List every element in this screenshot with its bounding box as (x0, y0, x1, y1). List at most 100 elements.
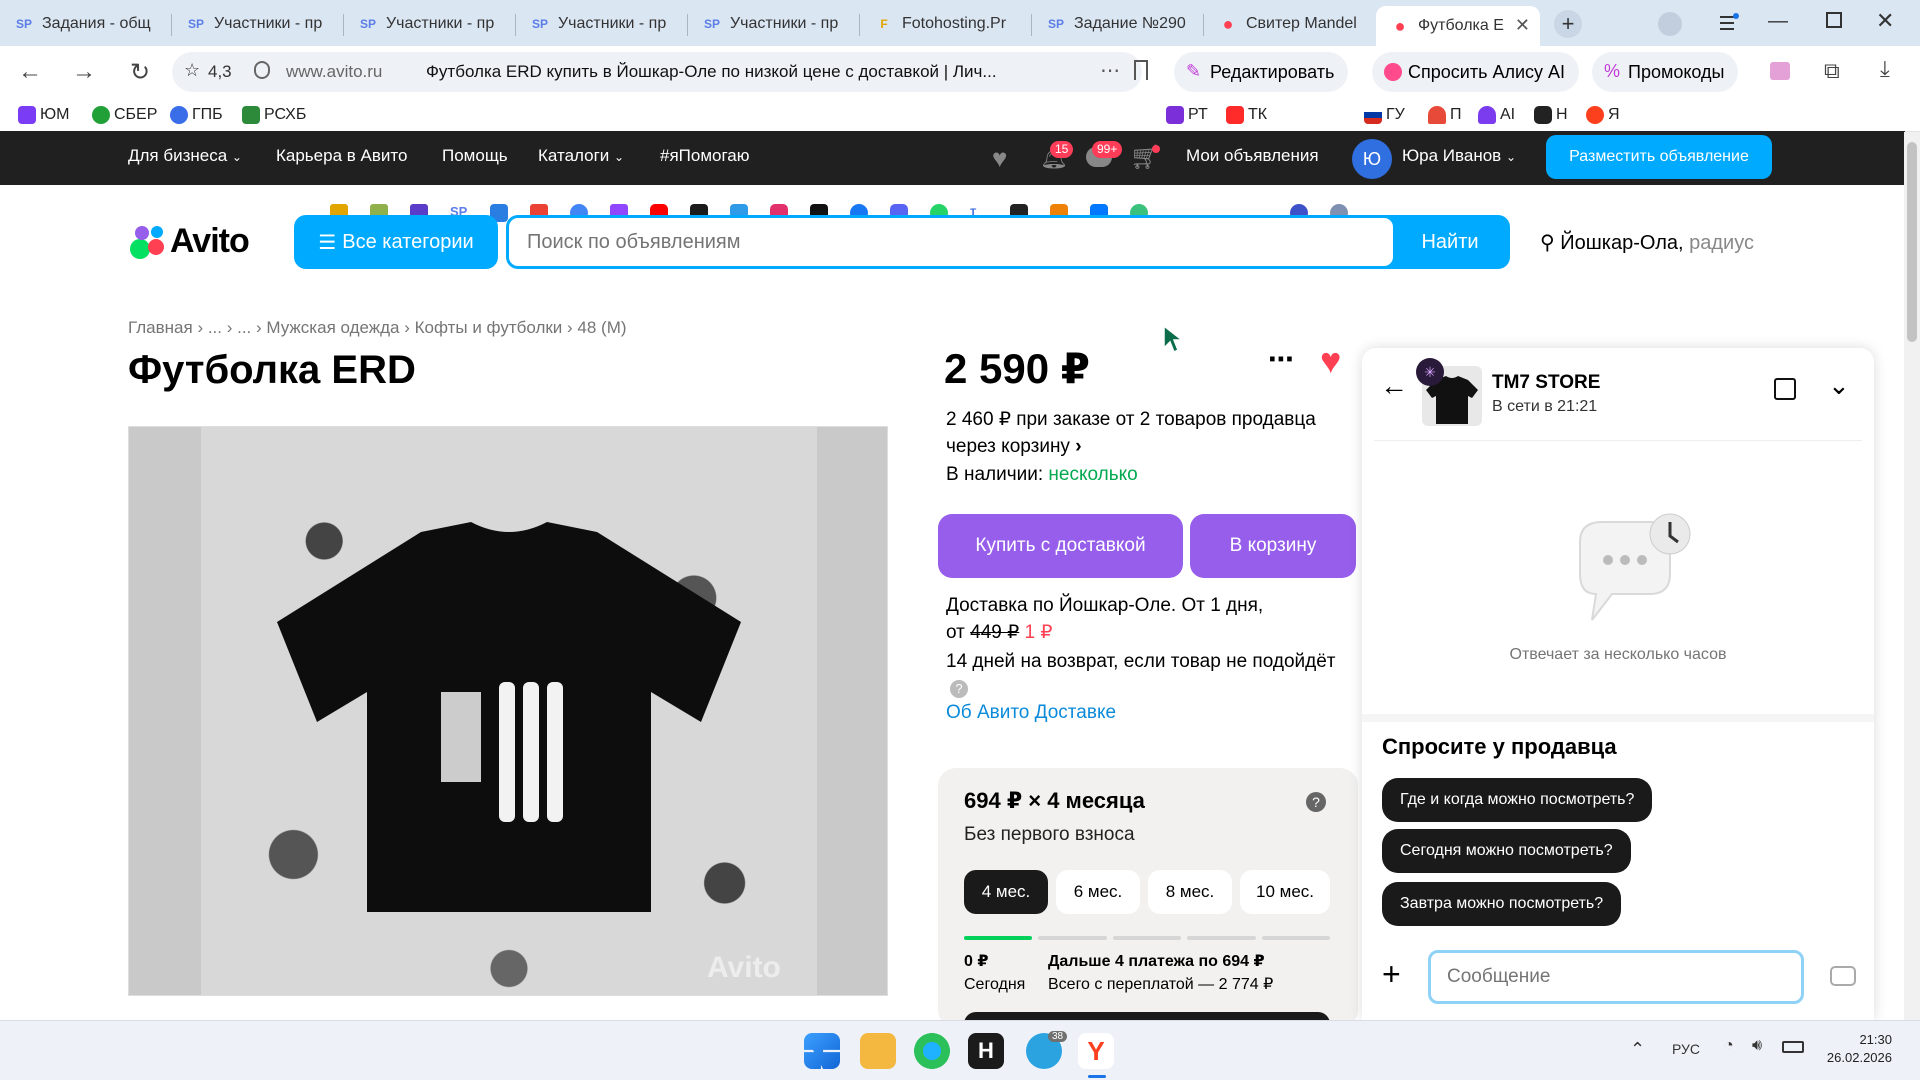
breadcrumb-item[interactable]: Кофты и футболки (415, 318, 563, 337)
nav-business[interactable]: Для бизнеса ⌄ (128, 146, 242, 166)
bookmark-item[interactable]: РТ (1166, 104, 1208, 126)
avito-logo[interactable]: Avito (128, 222, 272, 266)
bulk-price-info[interactable]: 2 460 ₽ при заказе от 2 товаров продавца… (946, 406, 1346, 460)
help-icon[interactable]: ? (950, 680, 968, 698)
chevron-down-icon: ⌄ (231, 150, 242, 164)
bookmark-item[interactable]: СБЕР (92, 104, 157, 126)
alice-button[interactable]: Спросить Алису AI (1372, 52, 1580, 92)
quick-question[interactable]: Завтра можно посмотреть? (1382, 882, 1622, 926)
volume-icon[interactable]: 🔊︎ (1752, 1037, 1762, 1055)
bookmark-icon[interactable] (1134, 60, 1148, 80)
all-categories-button[interactable]: ☰ Все категории (294, 215, 498, 269)
wifi-icon[interactable]: ◔ (1724, 1037, 1734, 1055)
open-external-icon[interactable] (1774, 378, 1796, 400)
add-to-cart-button[interactable]: В корзину (1190, 514, 1356, 578)
post-ad-button[interactable]: Разместить объявление (1546, 135, 1772, 179)
back-arrow-icon[interactable]: ← (1380, 370, 1408, 402)
favorite-heart-icon[interactable]: ♥ (1320, 340, 1341, 382)
search-button[interactable]: Найти (1393, 218, 1507, 266)
installment-option-6[interactable]: 6 мес. (1056, 870, 1140, 914)
installment-option-4[interactable]: 4 мес. (964, 870, 1048, 914)
battery-icon[interactable] (1782, 1041, 1804, 1053)
quick-question[interactable]: Где и когда можно посмотреть? (1382, 778, 1653, 822)
breadcrumb-home[interactable]: Главная (128, 318, 193, 337)
edge-icon[interactable] (914, 1033, 950, 1069)
extensions-icon[interactable]: ⧉ (1824, 58, 1840, 84)
browser-tab[interactable]: SP Участники - пр (172, 6, 342, 42)
reload-icon[interactable]: ↻ (130, 58, 150, 87)
nav-my-ads[interactable]: Мои объявления (1186, 146, 1319, 166)
promo-button[interactable]: % Промокоды (1592, 52, 1739, 92)
browser-tab[interactable]: SP Участники - пр (344, 6, 514, 42)
bookmark-item[interactable]: Я (1586, 104, 1620, 126)
bookmark-item[interactable]: Н (1534, 104, 1568, 126)
search-input[interactable] (509, 218, 1393, 266)
browser-tab-active[interactable]: ● Футболка Е ✕ (1376, 6, 1540, 46)
yandex-browser-icon[interactable]: Y (1078, 1033, 1114, 1069)
new-tab-icon[interactable]: + (1554, 10, 1582, 38)
breadcrumb-item[interactable]: ... (237, 318, 251, 337)
nav-catalogs[interactable]: Каталоги ⌄ (538, 146, 624, 166)
bookmark-item[interactable]: ЮМ (18, 104, 70, 126)
tabs-menu-icon[interactable] (1718, 12, 1740, 34)
categories-label: Все категории (342, 230, 474, 253)
page-scrollbar[interactable] (1904, 132, 1920, 1020)
favorites-heart-icon[interactable]: ♥ (992, 143, 1007, 174)
browser-tab[interactable]: SP Задания - общ (0, 6, 170, 42)
location-selector[interactable]: ⚲ Йошкар-Ола, радиус (1540, 230, 1754, 255)
about-delivery-link[interactable]: Об Авито Доставке (946, 702, 1116, 724)
seller-name[interactable]: TM7 STORE (1492, 372, 1600, 394)
bookmark-item[interactable]: ГУ (1364, 104, 1405, 126)
attach-plus-icon[interactable]: + (1382, 956, 1401, 993)
gallery-icon[interactable] (1770, 62, 1790, 80)
bookmark-item[interactable]: П (1428, 104, 1462, 126)
maximize-icon[interactable] (1826, 12, 1842, 28)
browser-tab[interactable]: SP Участники - пр (516, 6, 686, 42)
back-icon[interactable]: ← (18, 58, 42, 86)
forward-icon[interactable]: → (72, 58, 96, 86)
edit-button[interactable]: ✎ Редактировать (1174, 52, 1349, 92)
nav-tag[interactable]: #яПомогаю (660, 146, 750, 166)
help-icon[interactable]: ? (1306, 792, 1326, 812)
camera-icon[interactable] (1830, 966, 1856, 986)
message-input[interactable] (1428, 950, 1804, 1004)
start-icon[interactable] (804, 1033, 840, 1069)
address-field[interactable]: ☆ 4,3 www.avito.ru Футболка ERD купить в… (172, 52, 1142, 92)
quick-question[interactable]: Сегодня можно посмотреть? (1382, 829, 1631, 873)
installment-option-8[interactable]: 8 мес. (1148, 870, 1232, 914)
clock[interactable]: 21:30 26.02.2026 (1824, 1031, 1892, 1067)
profile-icon[interactable] (1658, 12, 1682, 36)
close-window-icon[interactable]: ✕ (1876, 8, 1894, 34)
chevron-down-icon: ⌄ (614, 150, 625, 164)
bookmark-item[interactable]: ТК (1226, 104, 1267, 126)
browser-tab[interactable]: F Fotohosting.Pr (860, 6, 1030, 42)
bookmark-item[interactable]: РСХБ (242, 104, 306, 126)
breadcrumb-item[interactable]: ... (208, 318, 222, 337)
breadcrumb-item[interactable]: Мужская одежда (266, 318, 399, 337)
installment-option-10[interactable]: 10 мес. (1240, 870, 1330, 914)
tray-chevron-icon[interactable]: ⌃ (1630, 1039, 1645, 1060)
minimize-icon[interactable]: — (1768, 10, 1788, 33)
nav-career[interactable]: Карьера в Авито (276, 146, 407, 166)
product-gallery[interactable]: Avito (128, 426, 888, 996)
url-domain: www.avito.ru (286, 62, 383, 81)
language-indicator[interactable]: РУС (1672, 1041, 1700, 1057)
buy-with-delivery-button[interactable]: Купить с доставкой (938, 514, 1183, 578)
browser-tab[interactable]: SP Задание №290 (1032, 6, 1202, 42)
file-explorer-icon[interactable] (860, 1033, 896, 1069)
app-h-icon[interactable]: H (968, 1033, 1004, 1069)
chevron-down-icon[interactable]: ⌄ (1828, 370, 1850, 401)
download-icon[interactable]: ⤓ (1880, 56, 1890, 82)
avatar[interactable]: Ю (1352, 139, 1392, 179)
more-icon[interactable]: ⋯ (1100, 58, 1120, 83)
breadcrumb-item[interactable]: 48 (M) (577, 318, 626, 337)
browser-tab[interactable]: ● Свитер Mandel (1204, 6, 1374, 42)
scrollbar-thumb[interactable] (1907, 142, 1917, 342)
bookmark-item[interactable]: AI (1478, 104, 1515, 126)
browser-tab[interactable]: SP Участники - пр (688, 6, 858, 42)
bookmark-item[interactable]: ГПБ (170, 104, 223, 126)
user-menu[interactable]: Юра Иванов ⌄ (1402, 146, 1516, 166)
nav-help[interactable]: Помощь (442, 146, 508, 166)
close-tab-icon[interactable]: ✕ (1515, 15, 1530, 36)
more-options-icon[interactable]: ⋯ (1268, 344, 1294, 375)
